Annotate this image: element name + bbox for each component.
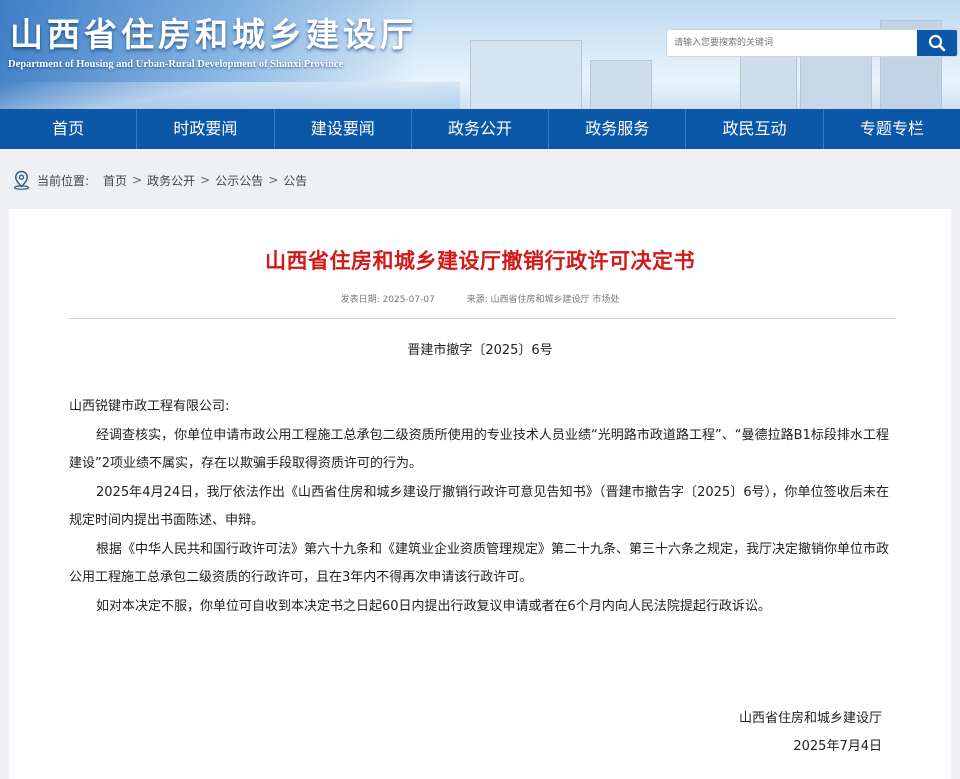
breadcrumb-separator: > — [268, 173, 279, 187]
breadcrumb-announcement[interactable]: 公告 — [283, 172, 307, 189]
article-meta: 发表日期: 2025-07-07 来源: 山西省住房和城乡建设厅 市场处 — [9, 292, 951, 305]
location-pin-icon — [13, 170, 30, 190]
main-nav: 首页 时政要闻 建设要闻 政务公开 政务服务 政民互动 专题专栏 — [0, 109, 960, 149]
banner-road — [0, 82, 460, 109]
article-title: 山西省住房和城乡建设厅撤销行政许可决定书 — [265, 249, 695, 273]
nav-item-special-topics[interactable]: 专题专栏 — [824, 109, 960, 149]
article-card: 山西省住房和城乡建设厅撤销行政许可决定书 发表日期: 2025-07-07 来源… — [9, 209, 951, 779]
nav-item-current-affairs[interactable]: 时政要闻 — [137, 109, 275, 149]
article-body: 山西锐键市政工程有限公司: 经调查核实，你单位申请市政公用工程施工总承包二级资质… — [69, 393, 889, 621]
breadcrumb-government-affairs[interactable]: 政务公开 — [147, 172, 195, 189]
nav-item-government-affairs-disclosure[interactable]: 政务公开 — [412, 109, 550, 149]
search-input[interactable] — [667, 30, 915, 56]
body-paragraph: 如对本决定不服，你单位可自收到本决定书之日起60日内提出行政复议申请或者在6个月… — [96, 598, 771, 614]
breadcrumb-separator: > — [132, 173, 143, 187]
search-icon — [928, 34, 946, 52]
source-label: 来源: — [466, 295, 488, 305]
breadcrumb-label: 当前位置: — [37, 173, 90, 188]
banner-building — [470, 40, 582, 109]
source: 山西省住房和城乡建设厅 市场处 — [490, 295, 620, 305]
header-banner: 山西省住房和城乡建设厅 Department of Housing and Ur… — [0, 0, 960, 109]
body-paragraph: 2025年4月24日，我厅依法作出《山西省住房和城乡建设厅撤销行政许可意见告知书… — [69, 484, 889, 529]
banner-building — [590, 60, 652, 109]
breadcrumb-public-notices[interactable]: 公示公告 — [215, 172, 263, 189]
site-title: 山西省住房和城乡建设厅 — [10, 15, 417, 54]
nav-item-public-interaction[interactable]: 政民互动 — [686, 109, 824, 149]
search-button[interactable] — [917, 30, 957, 56]
breadcrumb-home[interactable]: 首页 — [103, 172, 127, 189]
nav-item-home[interactable]: 首页 — [0, 109, 138, 149]
nav-item-construction-news[interactable]: 建设要闻 — [275, 109, 412, 149]
breadcrumb: 当前位置: 首页 > 政务公开 > 公示公告 > 公告 — [12, 169, 307, 191]
breadcrumb-separator: > — [200, 173, 211, 187]
addressee: 山西锐键市政工程有限公司: — [69, 399, 230, 414]
site-subtitle: Department of Housing and Urban-Rural De… — [8, 59, 344, 70]
banner-building — [800, 55, 872, 109]
nav-item-government-services[interactable]: 政务服务 — [549, 109, 687, 149]
signature-org: 山西省住房和城乡建设厅 — [738, 711, 882, 726]
document-number: 晋建市撤字〔2025〕6号 — [407, 343, 553, 358]
title-divider — [69, 318, 896, 319]
publish-date-label: 发表日期: — [340, 295, 380, 305]
signature-date: 2025年7月4日 — [793, 739, 882, 754]
body-paragraph: 根据《中华人民共和国行政许可法》第六十九条和《建筑业企业资质管理规定》第二十九条… — [69, 541, 890, 586]
signature-block: 山西省住房和城乡建设厅 2025年7月4日 — [739, 705, 882, 761]
body-paragraph: 经调查核实，你单位申请市政公用工程施工总承包二级资质所使用的专业技术人员业绩“光… — [69, 427, 889, 472]
publish-date: 2025-07-07 — [382, 295, 435, 305]
search-box — [666, 29, 958, 57]
